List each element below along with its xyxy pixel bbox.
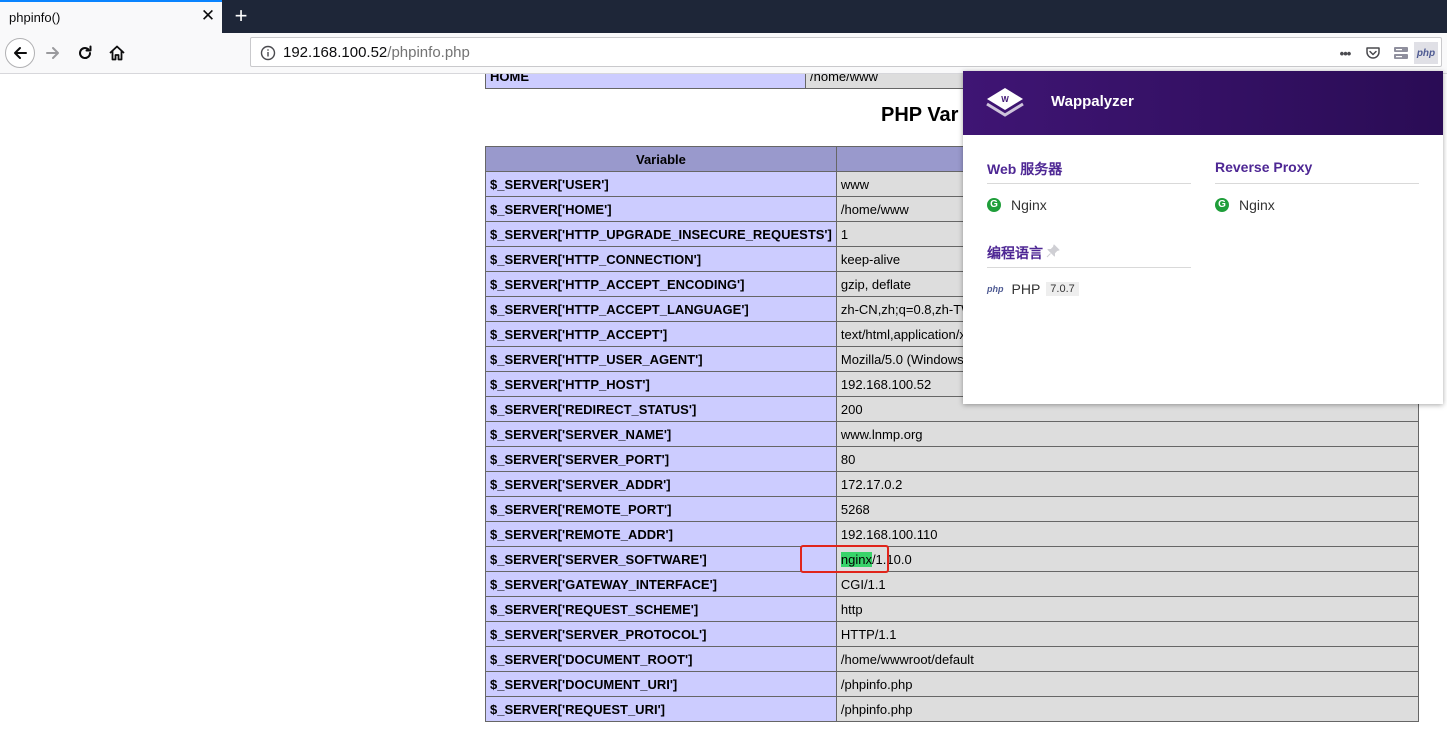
table-row: $_SERVER['SERVER_PORT'] 80 xyxy=(485,446,1420,472)
variable-value: 80 xyxy=(835,446,1420,472)
variable-name: $_SERVER['REMOTE_ADDR'] xyxy=(485,521,837,547)
table-row: $_SERVER['DOCUMENT_URI']/phpinfo.php xyxy=(485,671,1420,697)
app-php[interactable]: php PHP 7.0.7 xyxy=(987,281,1079,297)
variable-name: $_SERVER['HTTP_ACCEPT_ENCODING'] xyxy=(485,271,837,297)
table-row: $_SERVER['SERVER_NAME'] www.lnmp.org xyxy=(485,421,1420,447)
category-programming-language[interactable]: 编程语言 xyxy=(987,243,1043,263)
variable-name: $_SERVER['REMOTE_PORT'] xyxy=(485,496,837,522)
app-name: Nginx xyxy=(1239,197,1275,213)
forward-arrow-icon xyxy=(46,47,59,59)
app-version: 7.0.7 xyxy=(1046,282,1079,296)
table-row: $_SERVER['REMOTE_ADDR'] 192.168.100.110 xyxy=(485,521,1420,547)
wappalyzer-brand: Wappalyzer xyxy=(1051,93,1134,110)
variable-name: $_SERVER['SERVER_SOFTWARE'] xyxy=(485,546,837,572)
site-info-icon[interactable] xyxy=(259,43,277,63)
variable-name: $_SERVER['SERVER_ADDR'] xyxy=(485,471,837,497)
home-button[interactable] xyxy=(102,38,132,68)
page-actions-icon[interactable]: ••• xyxy=(1335,43,1355,63)
variable-value: 5268 xyxy=(835,496,1420,522)
extension-server-icon[interactable] xyxy=(1391,43,1411,63)
table-row: $_SERVER['SERVER_SOFTWARE'] nginx/1.10.0 xyxy=(485,546,1420,572)
close-tab-icon[interactable]: ✕ xyxy=(200,7,216,25)
nginx-icon: G xyxy=(1215,198,1229,212)
wappalyzer-logo-icon: W xyxy=(986,88,1024,117)
variable-name: $_SERVER['HTTP_ACCEPT'] xyxy=(485,321,837,347)
table-row: $_SERVER['REMOTE_PORT'] 5268 xyxy=(485,496,1420,522)
tab-title: phpinfo() xyxy=(9,10,61,25)
variable-value: 172.17.0.2 xyxy=(835,471,1420,497)
variable-name: $_SERVER['SERVER_NAME'] xyxy=(485,421,837,447)
url-text: 192.168.100.52/phpinfo.php xyxy=(283,44,470,61)
app-nginx[interactable]: G Nginx xyxy=(987,197,1047,213)
tab-strip: phpinfo() ✕ + xyxy=(0,0,1447,33)
pin-icon[interactable] xyxy=(1045,243,1061,259)
variable-value: nginx/1.10.0 xyxy=(835,546,1420,572)
variable-value: www.lnmp.org xyxy=(835,421,1420,447)
divider xyxy=(987,267,1191,268)
table-row: $_SERVER['REQUEST_URI']/phpinfo.php xyxy=(485,696,1420,722)
variable-value: /phpinfo.php xyxy=(835,696,1420,722)
back-button[interactable] xyxy=(5,38,35,68)
category-reverse-proxy[interactable]: Reverse Proxy xyxy=(1215,159,1312,175)
forward-button[interactable] xyxy=(38,38,68,68)
variable-name: $_SERVER['HTTP_UPGRADE_INSECURE_REQUESTS… xyxy=(485,221,837,247)
wappalyzer-header: W Wappalyzer xyxy=(963,71,1443,135)
variable-name: HOME xyxy=(485,74,806,89)
nginx-icon: G xyxy=(987,198,1001,212)
variable-value: 192.168.100.110 xyxy=(835,521,1420,547)
new-tab-button[interactable]: + xyxy=(230,2,252,30)
variable-name: $_SERVER['HTTP_ACCEPT_LANGUAGE'] xyxy=(485,296,837,322)
column-header-variable: Variable xyxy=(485,146,837,172)
table-row: $_SERVER['DOCUMENT_ROOT']/home/wwwroot/d… xyxy=(485,646,1420,672)
variable-name: $_SERVER['HTTP_CONNECTION'] xyxy=(485,246,837,272)
back-arrow-icon xyxy=(14,47,27,59)
table-row: $_SERVER['SERVER_ADDR'] 172.17.0.2 xyxy=(485,471,1420,497)
table-row: $_SERVER['GATEWAY_INTERFACE'] CGI/1.1 xyxy=(485,571,1420,597)
pocket-shape-icon xyxy=(1366,47,1380,59)
divider xyxy=(1215,183,1419,184)
reload-button[interactable] xyxy=(70,38,100,68)
home-icon xyxy=(109,45,125,61)
navigation-toolbar: 192.168.100.52/phpinfo.php ••• php xyxy=(0,33,1447,74)
app-name: PHP xyxy=(1011,281,1041,297)
variable-name: $_SERVER['SERVER_PROTOCOL'] xyxy=(485,621,837,647)
url-bar[interactable]: 192.168.100.52/phpinfo.php ••• php xyxy=(250,37,1442,67)
variable-value: /home/wwwroot/default xyxy=(835,646,1420,672)
category-web-server[interactable]: Web 服务器 xyxy=(987,159,1062,179)
annotation-highlight-box xyxy=(800,545,889,573)
divider xyxy=(987,183,1191,184)
variable-name: $_SERVER['REDIRECT_STATUS'] xyxy=(485,396,837,422)
variable-value: /phpinfo.php xyxy=(835,671,1420,697)
variable-name: $_SERVER['DOCUMENT_ROOT'] xyxy=(485,646,837,672)
variable-name: $_SERVER['REQUEST_URI'] xyxy=(485,696,837,722)
table-row: $_SERVER['REQUEST_SCHEME'] http xyxy=(485,596,1420,622)
variable-name: $_SERVER['HOME'] xyxy=(485,196,837,222)
variable-name: $_SERVER['HTTP_HOST'] xyxy=(485,371,837,397)
url-path: /phpinfo.php xyxy=(387,44,470,61)
info-circle-icon xyxy=(260,45,276,61)
tab-phpinfo[interactable]: phpinfo() ✕ xyxy=(0,0,222,33)
table-row: $_SERVER['SERVER_PROTOCOL'] HTTP/1.1 xyxy=(485,621,1420,647)
section-heading: PHP Var xyxy=(881,104,959,126)
variable-name: $_SERVER['GATEWAY_INTERFACE'] xyxy=(485,571,837,597)
variable-value: http xyxy=(835,596,1420,622)
server-icon xyxy=(1394,47,1408,59)
url-host: 192.168.100.52 xyxy=(283,44,388,61)
variable-name: $_SERVER['REQUEST_SCHEME'] xyxy=(485,596,837,622)
wappalyzer-popup: W Wappalyzer Web 服务器 G Nginx Reverse Pro… xyxy=(963,71,1443,404)
php-icon: php xyxy=(987,284,1004,294)
reload-icon xyxy=(79,45,92,59)
app-nginx-proxy[interactable]: G Nginx xyxy=(1215,197,1275,213)
wappalyzer-php-badge[interactable]: php xyxy=(1414,42,1438,64)
variable-name: $_SERVER['USER'] xyxy=(485,171,837,197)
app-name: Nginx xyxy=(1011,197,1047,213)
pocket-icon[interactable] xyxy=(1364,43,1382,63)
variable-value: CGI/1.1 xyxy=(835,571,1420,597)
variable-name: $_SERVER['SERVER_PORT'] xyxy=(485,446,837,472)
variable-name: $_SERVER['DOCUMENT_URI'] xyxy=(485,671,837,697)
variable-name: $_SERVER['HTTP_USER_AGENT'] xyxy=(485,346,837,372)
svg-text:W: W xyxy=(1001,95,1009,104)
variable-value: HTTP/1.1 xyxy=(835,621,1420,647)
